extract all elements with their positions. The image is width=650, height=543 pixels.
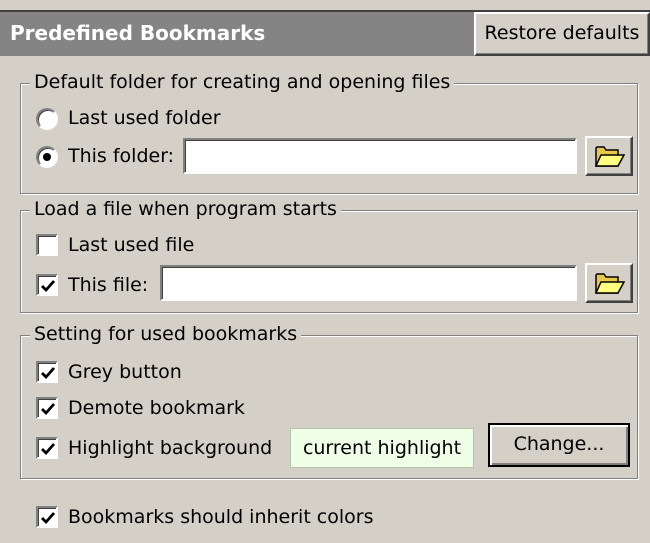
inherit-colors-label[interactable]: Bookmarks should inherit colors — [68, 505, 374, 529]
browse-folder-button[interactable] — [585, 136, 633, 176]
demote-bookmark-label[interactable]: Demote bookmark — [68, 396, 245, 420]
last-used-file-label[interactable]: Last used file — [68, 233, 194, 257]
last-used-file-checkbox[interactable] — [36, 234, 58, 256]
this-file-label[interactable]: This file: — [68, 273, 148, 297]
checkmark-icon — [41, 512, 56, 525]
used-bookmarks-legend: Setting for used bookmarks — [30, 323, 302, 345]
load-file-legend: Load a file when program starts — [30, 198, 341, 220]
highlight-background-checkbox[interactable] — [36, 437, 58, 459]
browse-file-button[interactable] — [585, 263, 633, 303]
this-folder-label[interactable]: This folder: — [68, 144, 174, 168]
checkmark-icon — [41, 280, 56, 293]
highlight-preview: current highlight — [290, 428, 474, 468]
restore-defaults-button[interactable]: Restore defaults — [474, 12, 650, 56]
this-folder-input[interactable] — [183, 138, 577, 174]
last-used-folder-label[interactable]: Last used folder — [68, 106, 221, 130]
highlight-background-label[interactable]: Highlight background — [68, 436, 272, 460]
checkmark-icon — [41, 367, 56, 380]
demote-bookmark-checkbox[interactable] — [36, 397, 58, 419]
this-file-input[interactable] — [160, 265, 577, 301]
checkmark-icon — [41, 403, 56, 416]
radio-selected-dot — [43, 153, 51, 161]
default-folder-legend: Default folder for creating and opening … — [30, 71, 455, 93]
change-highlight-button[interactable]: Change... — [488, 423, 630, 467]
grey-button-label[interactable]: Grey button — [68, 360, 182, 384]
checkmark-icon — [41, 443, 56, 456]
last-used-folder-radio[interactable] — [36, 108, 58, 130]
panel-title: Predefined Bookmarks — [10, 21, 266, 45]
inherit-colors-checkbox[interactable] — [36, 506, 58, 528]
this-folder-radio[interactable] — [36, 146, 58, 168]
panel-header: Predefined Bookmarks Restore defaults — [0, 10, 650, 56]
this-file-checkbox[interactable] — [36, 274, 58, 296]
grey-button-checkbox[interactable] — [36, 361, 58, 383]
